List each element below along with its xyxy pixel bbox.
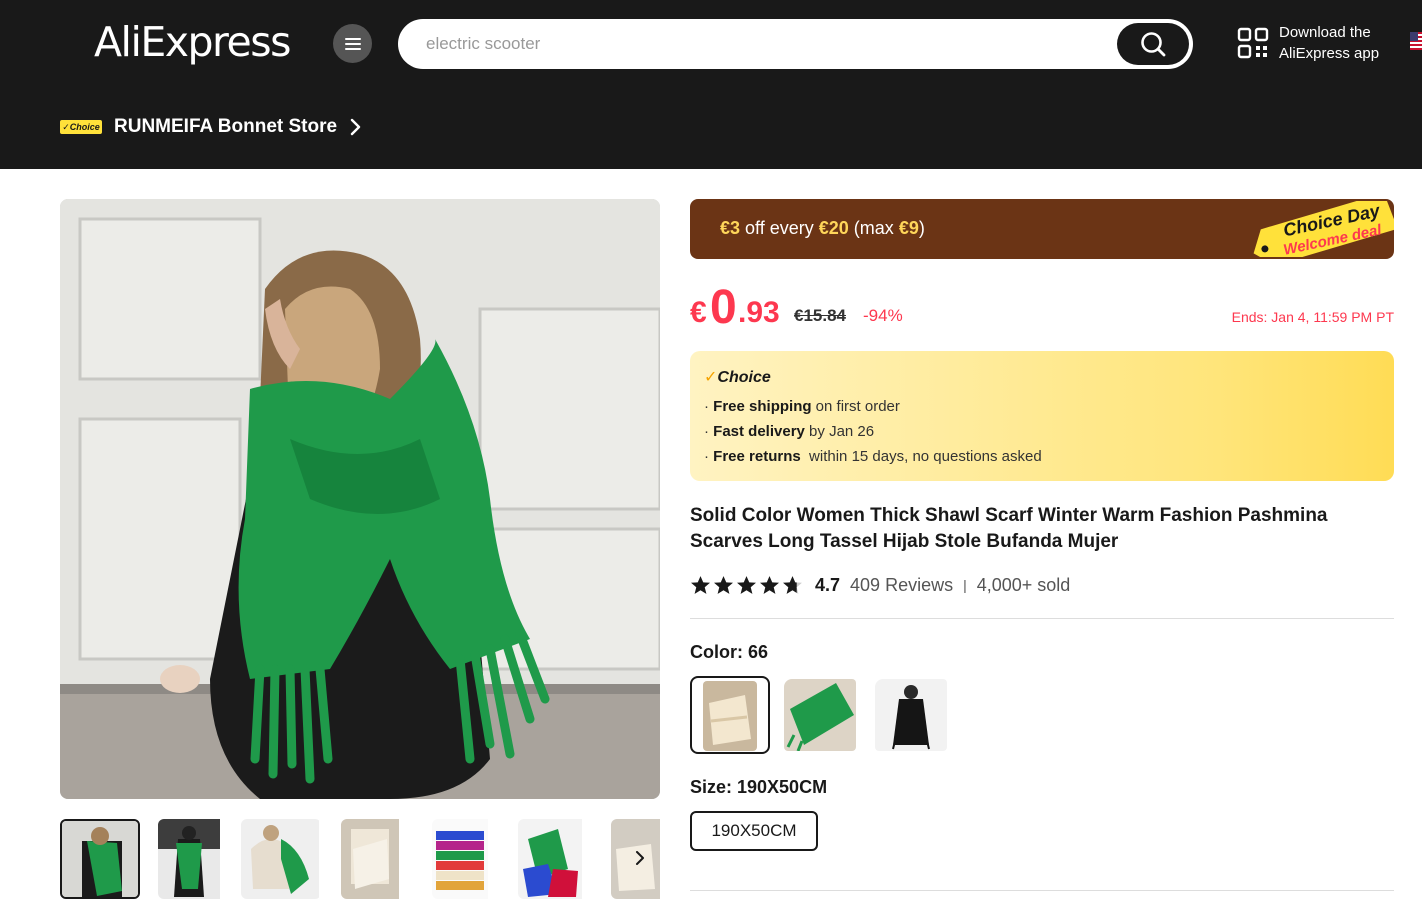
star-icon: [760, 576, 779, 594]
thumbnail-4[interactable]: [341, 819, 421, 899]
benefit-bold: Free returns: [713, 448, 801, 465]
search-button[interactable]: [1117, 23, 1189, 65]
thumbnail-3[interactable]: [241, 819, 321, 899]
promo-text-close: ): [918, 218, 925, 238]
rating-value: 4.7: [815, 574, 841, 595]
promo-text: €3 off every €20 (max €9): [720, 218, 925, 239]
divider: [690, 618, 1394, 619]
deal-end-time: Ends: Jan 4, 11:59 PM PT: [1231, 309, 1394, 325]
search-icon: [1141, 32, 1166, 57]
top-header: AliExpress Download the AliE: [0, 0, 1422, 169]
promo-max: €9: [898, 218, 919, 238]
benefit-free-shipping: · Free shipping on first order: [704, 398, 900, 415]
search-bar: [398, 19, 1193, 69]
download-app-line1: Download the: [1279, 24, 1371, 41]
rating-stars: [690, 575, 803, 595]
choice-title: ✓Choice: [704, 367, 771, 387]
thumbnail-next-button[interactable]: [620, 838, 660, 878]
promo-text-mid: off every: [740, 218, 819, 238]
size-option-button[interactable]: 190X50CM: [690, 811, 818, 851]
original-price: €15.84: [794, 306, 846, 325]
size-label: Size: 190X50CM: [690, 777, 828, 797]
chevron-right-icon: [350, 118, 361, 136]
color-swatch-green[interactable]: [784, 679, 864, 757]
rating-row: 4.7 409 Reviews | 4,000+ sold: [690, 572, 1070, 598]
download-app-link[interactable]: Download the AliExpress app: [1237, 22, 1379, 64]
hamburger-icon: [344, 37, 361, 50]
color-swatch-black[interactable]: [875, 679, 955, 757]
thumbnail-2[interactable]: [158, 819, 238, 899]
thumbnail-strip: [60, 819, 660, 901]
menu-button[interactable]: [333, 24, 372, 63]
promo-banner[interactable]: €3 off every €20 (max €9) Choice Day Wel…: [690, 199, 1394, 259]
store-name: RUNMEIFA Bonnet Store: [114, 116, 338, 137]
promo-threshold: €20: [818, 218, 849, 238]
check-icon: ✓: [704, 369, 718, 386]
benefit-bold: Fast delivery: [713, 423, 805, 440]
benefit-free-returns: · Free returns within 15 days, no questi…: [704, 448, 1042, 465]
qr-code-icon: [1237, 27, 1269, 59]
star-icon: [783, 576, 802, 594]
promo-amount: €3: [720, 218, 741, 238]
price-section: € 0 .93 €15.84 -94% Ends: Jan 4, 11:59 P…: [690, 281, 1394, 334]
choice-badge: ✓Choice: [60, 120, 102, 134]
main-product-image[interactable]: [60, 199, 660, 799]
reviews-link[interactable]: 409 Reviews: [850, 575, 953, 596]
search-input[interactable]: [426, 32, 1106, 56]
choice-benefits-box[interactable]: ✓Choice · Free shipping on first order ·…: [690, 351, 1394, 481]
benefit-rest: on first order: [811, 398, 900, 415]
thumbnail-5[interactable]: [432, 819, 512, 899]
separator: |: [963, 577, 967, 593]
color-label: Color: 66: [690, 642, 769, 662]
star-icon: [737, 576, 756, 594]
color-swatch-cream[interactable]: [690, 676, 770, 754]
sold-count: 4,000+ sold: [976, 574, 1071, 595]
thumbnail-6[interactable]: [518, 819, 598, 899]
chevron-right-icon: [636, 851, 644, 865]
star-icon: [691, 576, 710, 594]
divider: [690, 890, 1394, 891]
thumbnail-1[interactable]: [60, 819, 140, 899]
choice-day-tag: Choice Day Welcome deal: [1240, 199, 1394, 259]
star-icon: [714, 576, 733, 594]
price-decimal: .93: [738, 296, 780, 329]
promo-text-max: (max: [848, 218, 899, 238]
benefit-fast-delivery: · Fast delivery by Jan 26: [704, 423, 875, 440]
product-title: Solid Color Women Thick Shawl Scarf Wint…: [690, 505, 1328, 552]
benefit-bold: Free shipping: [713, 398, 812, 415]
aliexpress-logo[interactable]: AliExpress: [94, 18, 291, 66]
store-link[interactable]: ✓Choice RUNMEIFA Bonnet Store: [60, 116, 361, 138]
download-app-line2: AliExpress app: [1279, 45, 1380, 62]
us-flag-icon[interactable]: [1410, 32, 1422, 50]
benefit-rest: within 15 days, no questions asked: [800, 448, 1042, 465]
choice-title-text: Choice: [717, 369, 771, 386]
discount-percent: -94%: [863, 306, 903, 325]
benefit-rest: by Jan 26: [804, 423, 875, 440]
price-integer: 0: [710, 281, 737, 334]
price-currency: €: [690, 296, 707, 329]
